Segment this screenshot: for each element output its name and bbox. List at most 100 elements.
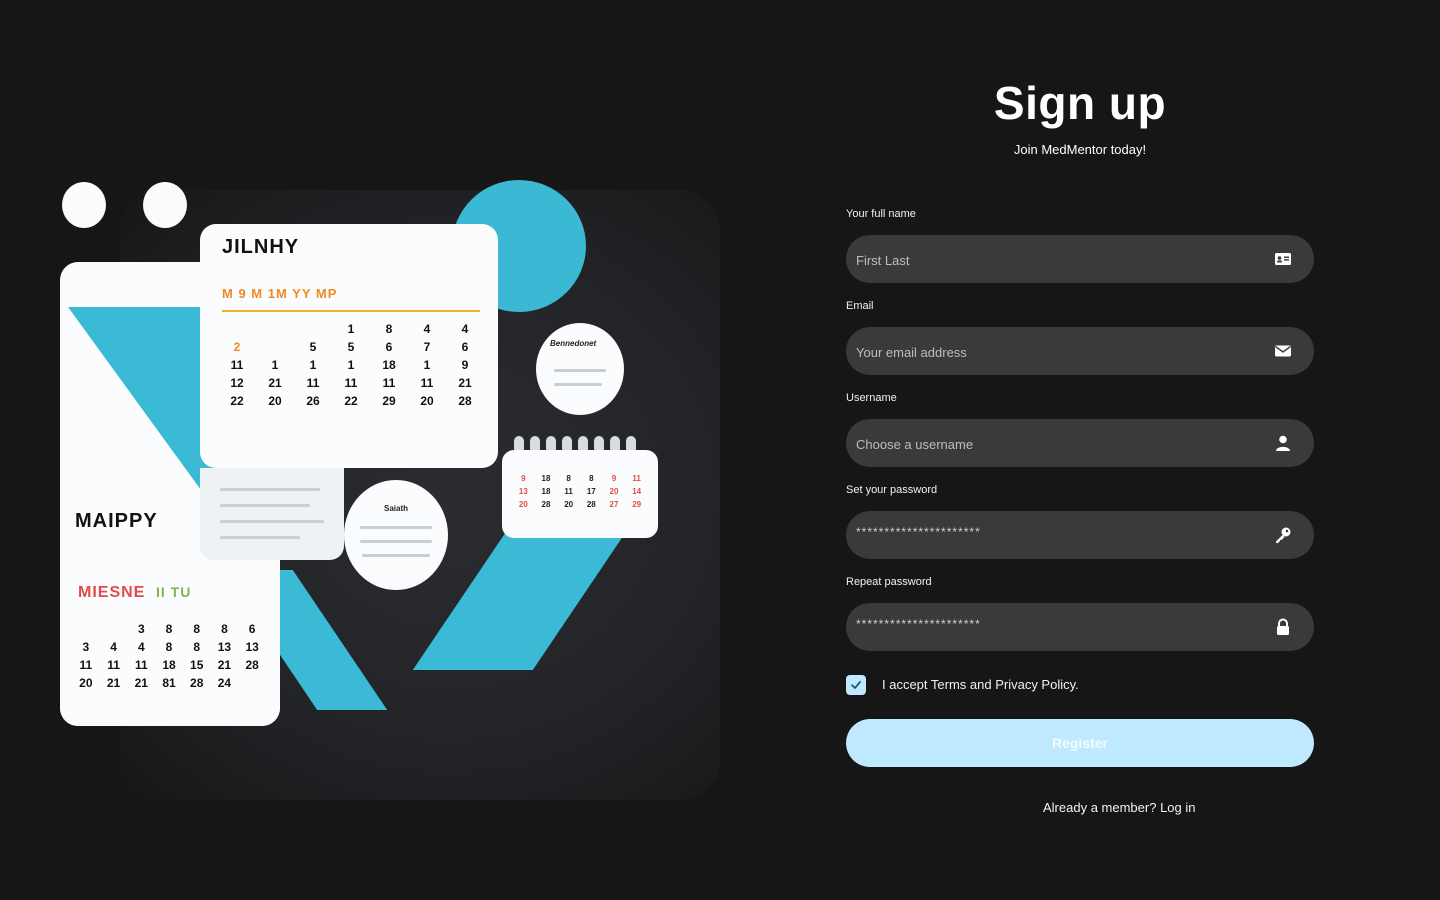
- calendar-day-number: 1: [423, 358, 431, 372]
- calendar-day-number: 20: [518, 500, 528, 509]
- calendar-day-number: 6: [248, 622, 256, 636]
- calendar-day-number: 11: [107, 658, 120, 672]
- login-prompt-text: Already a member?: [1043, 800, 1157, 815]
- calendar-day-number: 11: [420, 376, 434, 390]
- calendar-day-number: 8: [385, 322, 393, 336]
- calendar-day-number: 28: [190, 676, 204, 690]
- calendar-day-number: 11: [564, 487, 573, 496]
- decorative-circle: [62, 182, 106, 228]
- calendar-card-large-month: MIESNE: [78, 584, 146, 601]
- full-name-field: [846, 235, 1314, 285]
- login-link[interactable]: Log in: [1160, 800, 1195, 815]
- calendar-day-number: 11: [79, 658, 93, 672]
- calendar-day-number: 8: [193, 622, 201, 636]
- calendar-day-number: 81: [162, 676, 176, 690]
- calendar-day-number: [258, 340, 292, 354]
- calendar-day-number: 21: [268, 376, 282, 390]
- circle-calendar-label: Saiath: [384, 504, 409, 513]
- key-icon: [1276, 527, 1291, 543]
- calendar-day-number: 17: [586, 487, 596, 496]
- username-input[interactable]: [854, 419, 1258, 469]
- calendar-day-number: [240, 676, 264, 690]
- calendar-day-number: 11: [344, 376, 358, 390]
- repeat-password-field: [846, 599, 1314, 651]
- calendar-day-number: 6: [461, 340, 469, 354]
- calendar-day-number: 1: [347, 322, 355, 336]
- calendar-day-number: 14: [632, 487, 642, 496]
- calendar-day-number: 20: [564, 500, 574, 509]
- calendar-card-main-title: JILNHY: [222, 236, 300, 258]
- calendar-day-number: 21: [106, 676, 121, 690]
- password-label: Set your password: [846, 484, 938, 496]
- page-subtitle: Join MedMentor today!: [1013, 142, 1147, 157]
- calendar-day-number: 1: [309, 358, 317, 372]
- calendar-day-number: 29: [382, 394, 396, 408]
- circle-calendar-label: Bennedonet: [550, 339, 597, 348]
- calendar-day-number: 20: [79, 676, 93, 690]
- calendar-day-number: 18: [541, 487, 551, 496]
- calendar-day-number: 28: [541, 500, 551, 509]
- username-label: Username: [846, 392, 897, 404]
- calendar-day-number: 20: [268, 394, 282, 408]
- calendar-day-number: 8: [193, 640, 201, 654]
- page-title: Sign up: [993, 77, 1167, 129]
- calendar-card-main: JILNHY M 9 M 1M YY MP 1 8 4 4 2 5 5 6 7 6 11 1 1 1 18 1…: [200, 224, 498, 468]
- calendar-day-number: [220, 322, 254, 336]
- password-field: [846, 507, 1314, 559]
- envelope-icon: [1275, 345, 1291, 357]
- repeat-password-label: Repeat password: [846, 576, 932, 588]
- calendar-day-number: 21: [217, 658, 232, 672]
- calendar-day-number: 9: [521, 474, 526, 483]
- terms-label: I accept Terms and Privacy Policy.: [882, 677, 1079, 692]
- calendar-day-number: 8: [165, 640, 173, 654]
- calendar-illustration: MAIPPY MIESNE II TU 3 8 8 8 6 3 4 4 8 8 13 13 11 11 11…: [40, 150, 720, 810]
- calendar-day-number: 21: [134, 676, 148, 690]
- calendar-day-number: 27: [609, 500, 619, 509]
- register-button[interactable]: Register: [846, 719, 1314, 767]
- calendar-card-large-days: II TU: [156, 584, 192, 600]
- calendar-day-number: 8: [221, 622, 228, 636]
- calendar-card-main-lower: [200, 468, 344, 560]
- calendar-card-small: 9 18 8 8 9 11 13 18 11 17 20 14 20 28 20 28 27 29: [502, 450, 658, 538]
- checkmark-icon: [851, 681, 861, 689]
- calendar-day-number: 18: [382, 358, 396, 372]
- terms-checkbox[interactable]: [846, 675, 866, 695]
- calendar-card-main-header: M 9 M 1M YY MP: [222, 286, 338, 301]
- calendar-day-number: 11: [306, 376, 320, 390]
- user-icon: [1276, 435, 1290, 451]
- calendar-day-number: 13: [245, 640, 259, 654]
- calendar-day-number: 1: [347, 358, 355, 372]
- calendar-day-number: 9: [461, 358, 469, 372]
- calendar-day-number: 18: [541, 474, 551, 483]
- email-input[interactable]: [854, 327, 1258, 377]
- calendar-card-main-grid: 1 8 4 4 2 5 5 6 7 6 11 1 1 1 18 1 9 12 21 11 11 11 11 21 22 20 26 2…: [220, 322, 482, 408]
- password-input[interactable]: [854, 507, 1258, 557]
- calendar-day-number: 13: [518, 487, 528, 496]
- calendar-day-number: 28: [458, 394, 472, 408]
- calendar-day-number: 3: [137, 622, 145, 636]
- calendar-day-number: [258, 322, 292, 336]
- calendar-card-large-title: MAIPPY: [75, 510, 158, 532]
- calendar-card-large-grid: 3 8 8 8 6 3 4 4 8 8 13 13 11 11 11 18 15 21 28 20 21 21 81 28 24: [74, 622, 264, 690]
- calendar-day-number: 4: [137, 640, 145, 654]
- calendar-day-number: 11: [382, 376, 396, 390]
- calendar-day-number: 7: [423, 340, 431, 354]
- calendar-day-number: 8: [566, 474, 571, 483]
- calendar-day-number: 4: [461, 322, 469, 336]
- full-name-input[interactable]: [854, 235, 1258, 285]
- calendar-day-number: [296, 322, 330, 336]
- repeat-password-input[interactable]: [854, 599, 1258, 649]
- calendar-day-number: 20: [420, 394, 434, 408]
- calendar-day-number: 11: [230, 358, 244, 372]
- calendar-day-number: 5: [347, 340, 355, 354]
- calendar-day-number: 6: [385, 340, 393, 354]
- calendar-day-number: [102, 622, 126, 636]
- calendar-day-number: 26: [306, 394, 320, 408]
- calendar-day-number: 22: [344, 394, 358, 408]
- calendar-day-number: 1: [271, 358, 279, 372]
- email-label: Email: [846, 300, 874, 312]
- calendar-day-number: 29: [632, 500, 642, 509]
- calendar-day-number: 21: [458, 376, 472, 390]
- calendar-card-small-grid: 9 18 8 8 9 11 13 18 11 17 20 14 20 28 20 28 27 29: [514, 474, 646, 509]
- calendar-day-number: [74, 622, 98, 636]
